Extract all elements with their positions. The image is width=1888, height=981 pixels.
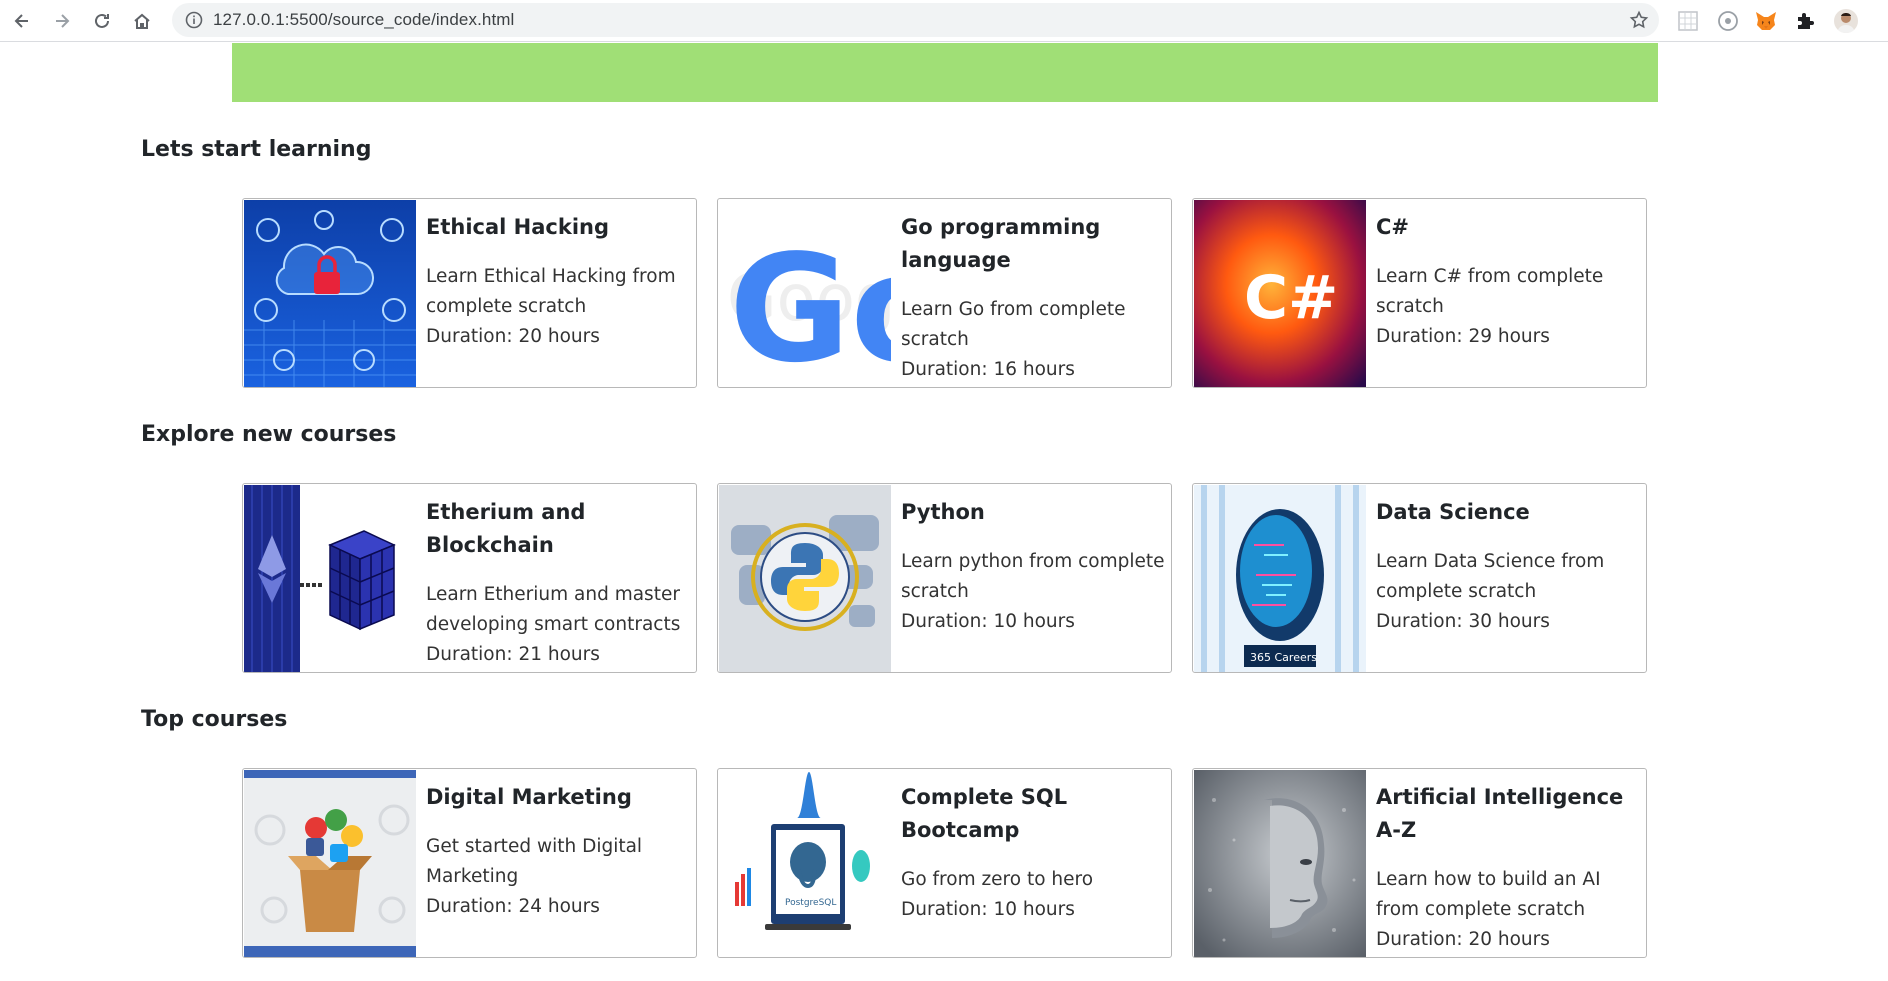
course-card-sql[interactable]: PostgreSQL Complete SQL Bootcamp Go from… <box>717 768 1172 958</box>
reload-icon[interactable] <box>88 7 116 35</box>
course-title[interactable]: Ethical Hacking <box>426 211 692 244</box>
course-card-ethical-hacking[interactable]: Ethical Hacking Learn Ethical Hacking fr… <box>242 198 697 388</box>
csharp-logo-text: C# <box>1244 263 1338 333</box>
course-card-go[interactable]: Google Go Go programming language Learn … <box>717 198 1172 388</box>
course-description: Learn C# from complete scratch <box>1376 266 1604 317</box>
course-description: Learn Data Science from complete scratch <box>1376 551 1605 602</box>
back-arrow-icon[interactable] <box>8 7 36 35</box>
csharp-thumbnail: C# <box>1194 200 1366 387</box>
url-text[interactable]: 127.0.0.1:5500/source_code/index.html <box>213 3 514 37</box>
course-card-data-science[interactable]: 365 Careers Data Science Learn Data Scie… <box>1192 483 1647 673</box>
course-title[interactable]: Data Science <box>1376 496 1642 529</box>
go-logo-thumbnail: Google Go <box>719 200 891 387</box>
course-title[interactable]: Digital Marketing <box>426 781 692 814</box>
course-duration: Duration: 21 hours <box>426 644 600 665</box>
section-heading-top-courses: Top courses <box>141 707 288 732</box>
bookmark-star-icon[interactable] <box>1629 10 1649 30</box>
etherium-blockchain-thumbnail <box>244 485 416 672</box>
python-thumbnail <box>719 485 891 672</box>
course-duration: Duration: 20 hours <box>426 326 600 347</box>
course-title[interactable]: Go programming language <box>901 211 1167 277</box>
section-heading-start-learning: Lets start learning <box>141 137 372 162</box>
course-duration: Duration: 30 hours <box>1376 611 1550 632</box>
ai-thumbnail <box>1194 770 1366 957</box>
course-card-csharp[interactable]: C# C# Learn C# from complete scratch Dur… <box>1192 198 1647 388</box>
careers-badge-text: 365 Careers <box>1250 651 1317 664</box>
course-description: Learn Ethical Hacking from complete scra… <box>426 266 676 317</box>
address-bar[interactable]: 127.0.0.1:5500/source_code/index.html <box>172 3 1659 37</box>
forward-arrow-icon[interactable] <box>48 7 76 35</box>
profile-avatar[interactable] <box>1834 9 1858 33</box>
course-card-python[interactable]: Python Learn python from complete scratc… <box>717 483 1172 673</box>
home-icon[interactable] <box>128 7 156 35</box>
header-banner <box>232 43 1658 102</box>
course-description: Get started with Digital Marketing <box>426 836 643 887</box>
browser-toolbar: 127.0.0.1:5500/source_code/index.html <box>0 0 1888 42</box>
metamask-fox-icon[interactable] <box>1754 9 1778 33</box>
postgres-label: PostgreSQL <box>785 898 836 908</box>
course-description: Learn Etherium and master developing sma… <box>426 584 681 635</box>
course-description: Go from zero to hero <box>901 869 1094 890</box>
course-description: Learn python from complete scratch <box>901 551 1165 602</box>
course-duration: Duration: 16 hours <box>901 359 1075 380</box>
course-card-digital-marketing[interactable]: Digital Marketing Get started with Digit… <box>242 768 697 958</box>
course-title[interactable]: Python <box>901 496 1167 529</box>
digital-marketing-thumbnail <box>244 770 416 957</box>
course-title[interactable]: C# <box>1376 211 1642 244</box>
course-title[interactable]: Complete SQL Bootcamp <box>901 781 1167 847</box>
extension-grid-icon[interactable] <box>1676 9 1700 33</box>
course-description: Learn Go from complete scratch <box>901 299 1126 350</box>
course-card-etherium[interactable]: Etherium and Blockchain Learn Etherium a… <box>242 483 697 673</box>
course-duration: Duration: 20 hours <box>1376 929 1550 950</box>
course-duration: Duration: 10 hours <box>901 899 1075 920</box>
course-title[interactable]: Etherium and Blockchain <box>426 496 692 562</box>
data-science-thumbnail: 365 Careers <box>1194 485 1366 672</box>
extensions-puzzle-icon[interactable] <box>1794 9 1818 33</box>
go-logo-g: Go <box>729 223 891 387</box>
course-card-ai[interactable]: Artificial Intelligence A-Z Learn how to… <box>1192 768 1647 958</box>
extension-clock-icon[interactable] <box>1716 9 1740 33</box>
course-duration: Duration: 10 hours <box>901 611 1075 632</box>
course-title[interactable]: Artificial Intelligence A-Z <box>1376 781 1642 847</box>
site-info-icon[interactable] <box>184 10 204 30</box>
course-description: Learn how to build an AI from complete s… <box>1376 869 1601 920</box>
course-duration: Duration: 29 hours <box>1376 326 1550 347</box>
ethical-hacking-thumbnail <box>244 200 416 387</box>
section-heading-explore-courses: Explore new courses <box>141 422 397 447</box>
course-duration: Duration: 24 hours <box>426 896 600 917</box>
sql-thumbnail: PostgreSQL <box>719 770 891 957</box>
